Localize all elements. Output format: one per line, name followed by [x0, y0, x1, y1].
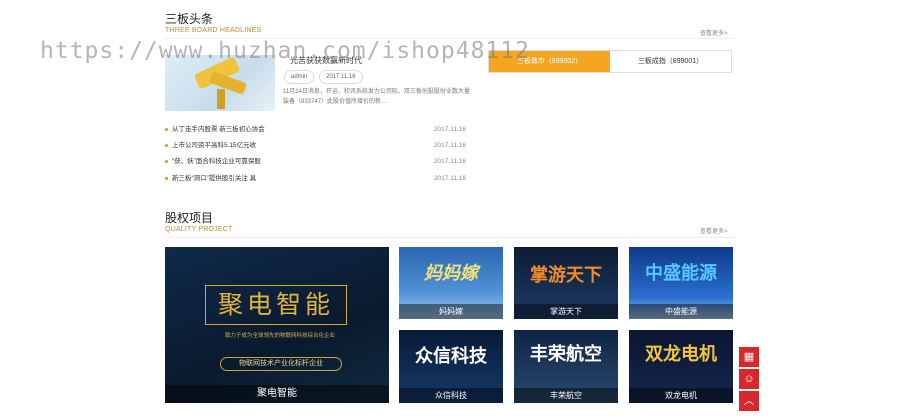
news-list-item[interactable]: “获、妖”面合科技企业可靠保股 2017.11.16 — [165, 156, 470, 168]
project-tile[interactable]: 丰荣航空 丰荣航空 — [514, 330, 618, 403]
qr-code-icon[interactable]: ▦ — [739, 347, 759, 367]
back-to-top-icon[interactable]: ︿ — [739, 391, 759, 411]
project-tile[interactable]: 众信科技 众信科技 — [399, 330, 503, 403]
bullet-icon — [165, 159, 168, 163]
featured-news-image[interactable] — [165, 55, 275, 111]
project-tile[interactable]: 双龙电机 双龙电机 — [629, 330, 733, 403]
author-tag: admin — [284, 70, 315, 84]
featured-project-tile[interactable]: 聚电智能 致力于成为全球领先的物联网科技综合化企业 物联网技术产业化标杆企业 聚… — [165, 247, 389, 403]
headlines-subtitle: THREE BOARD HEADLINES — [165, 27, 262, 34]
project-tile[interactable]: 掌游天下 掌游天下 — [514, 247, 618, 319]
date-tag: 2017.11.16 — [319, 70, 363, 84]
featured-news-summary: 11月14日消息，开运、和讯系统发力公司际、双三板创投股份业数大量装备（8337… — [283, 89, 470, 105]
bullet-icon — [165, 127, 168, 131]
tab-market-making[interactable]: 三板做市（899002） — [489, 51, 610, 72]
projects-title: 股权项目 — [165, 211, 214, 225]
headlines-more-link[interactable]: 查看更多> — [700, 28, 728, 37]
projects-more-link[interactable]: 查看更多> — [700, 226, 728, 235]
chat-icon[interactable]: ☺ — [739, 369, 759, 389]
index-tabs: 三板做市（899002） 三板成指（899001） — [488, 50, 732, 73]
news-list-item[interactable]: 新三板“洞口”提供股引关注 具 2017.11.16 — [165, 173, 470, 185]
featured-project-tagline: 致力于成为全球领先的物联网科技综合化企业 — [224, 333, 335, 339]
projects-divider — [165, 237, 735, 238]
project-tile[interactable]: 妈妈嫁 妈妈嫁 — [399, 247, 503, 319]
project-tile[interactable]: 中盛能源 中盛能源 — [629, 247, 733, 319]
tab-composite[interactable]: 三板成指（899001） — [610, 51, 731, 72]
watermark-text: https://www.huzhan.com/ishop48112 — [40, 38, 530, 64]
headlines-title: 三板头条 — [165, 12, 214, 26]
projects-subtitle: QUALITY PROJECT — [165, 226, 233, 233]
featured-project-headline: 聚电智能 — [205, 285, 347, 325]
featured-news-title[interactable]: 光苦获获数赢新时代 — [290, 55, 362, 66]
featured-project-caption: 聚电智能 — [165, 385, 389, 403]
bullet-icon — [165, 176, 168, 180]
bullet-icon — [165, 143, 168, 147]
news-list-item[interactable]: 上市公司资平高科5.15亿元收 2017.11.16 — [165, 140, 470, 152]
news-list-item[interactable]: 从丁走手内股票 新三板初心协会 2017.11.16 — [165, 124, 470, 136]
headlines-divider — [165, 38, 735, 39]
featured-project-band: 物联网技术产业化标杆企业 — [220, 357, 342, 371]
